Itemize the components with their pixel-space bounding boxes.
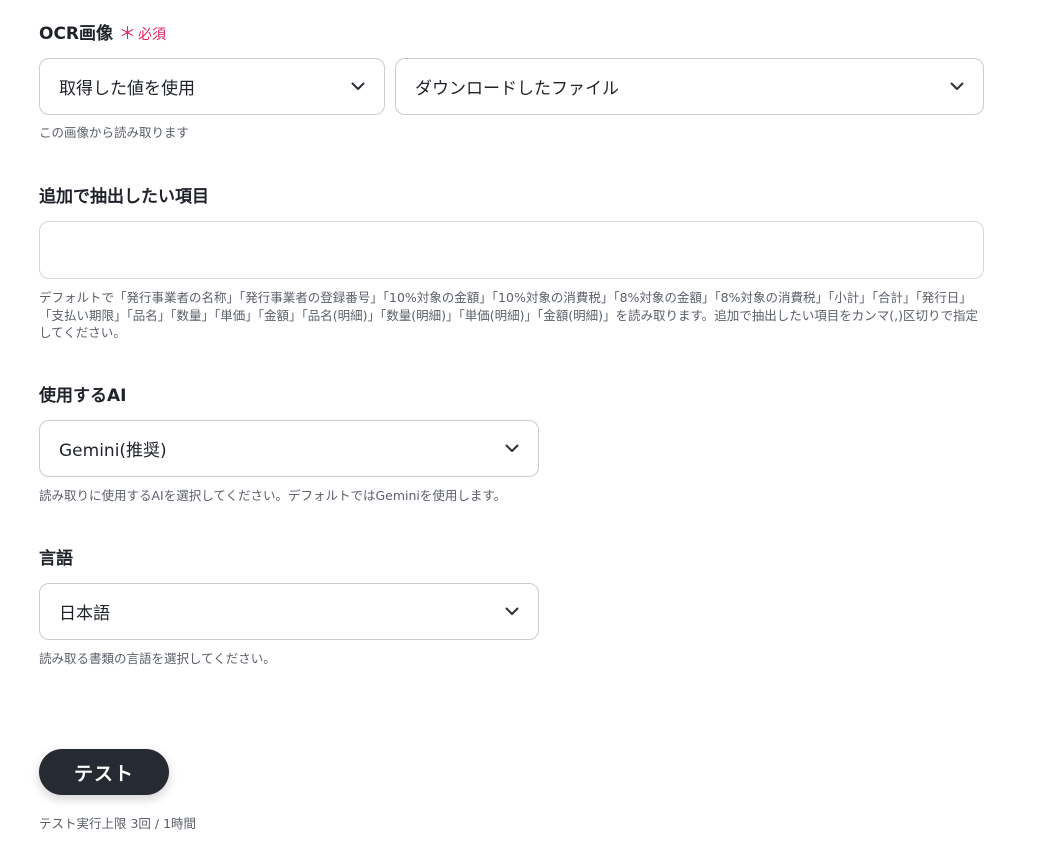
- language-select-value: 日本語: [59, 604, 110, 624]
- chevron-down-icon: [350, 79, 366, 95]
- chevron-down-icon: [504, 441, 520, 457]
- required-star: ＊: [119, 24, 137, 44]
- language-help: 読み取る書類の言語を選択してください。: [39, 651, 276, 666]
- extra-fields-help: デフォルトで「発行事業者の名称」「発行事業者の登録番号」「10%対象の金額」「1…: [39, 290, 978, 340]
- extra-fields-label: 追加で抽出したい項目: [39, 187, 209, 207]
- extra-fields-input[interactable]: [39, 221, 984, 279]
- ocr-image-help: この画像から読み取ります: [39, 125, 190, 140]
- language-label: 言語: [39, 549, 73, 569]
- ai-model-help: 読み取りに使用するAIを選択してください。デフォルトではGeminiを使用します…: [39, 488, 507, 503]
- ocr-image-label-text: OCR画像: [39, 24, 114, 44]
- test-button[interactable]: テスト: [39, 749, 169, 795]
- ai-model-select[interactable]: Gemini(推奨): [39, 420, 539, 477]
- ocr-file-select-value: ダウンロードしたファイル: [415, 79, 619, 99]
- ai-model-select-value: Gemini(推奨): [59, 441, 167, 461]
- ai-model-label: 使用するAI: [39, 386, 127, 406]
- chevron-down-icon: [504, 604, 520, 620]
- required-text: 必須: [138, 27, 167, 43]
- ocr-image-label: OCR画像＊必須: [39, 23, 166, 46]
- test-limit-text: テスト実行上限 3回 / 1時間: [39, 816, 197, 831]
- ocr-source-select-value: 取得した値を使用: [59, 79, 195, 99]
- ocr-file-select[interactable]: ダウンロードしたファイル: [395, 58, 984, 115]
- ocr-source-select[interactable]: 取得した値を使用: [39, 58, 385, 115]
- chevron-down-icon: [949, 79, 965, 95]
- ocr-settings-form: OCR画像＊必須 取得した値を使用 ダウンロードしたファイル この画像から読み取…: [0, 0, 1054, 856]
- language-select[interactable]: 日本語: [39, 583, 539, 640]
- required-badge: ＊必須: [119, 24, 167, 44]
